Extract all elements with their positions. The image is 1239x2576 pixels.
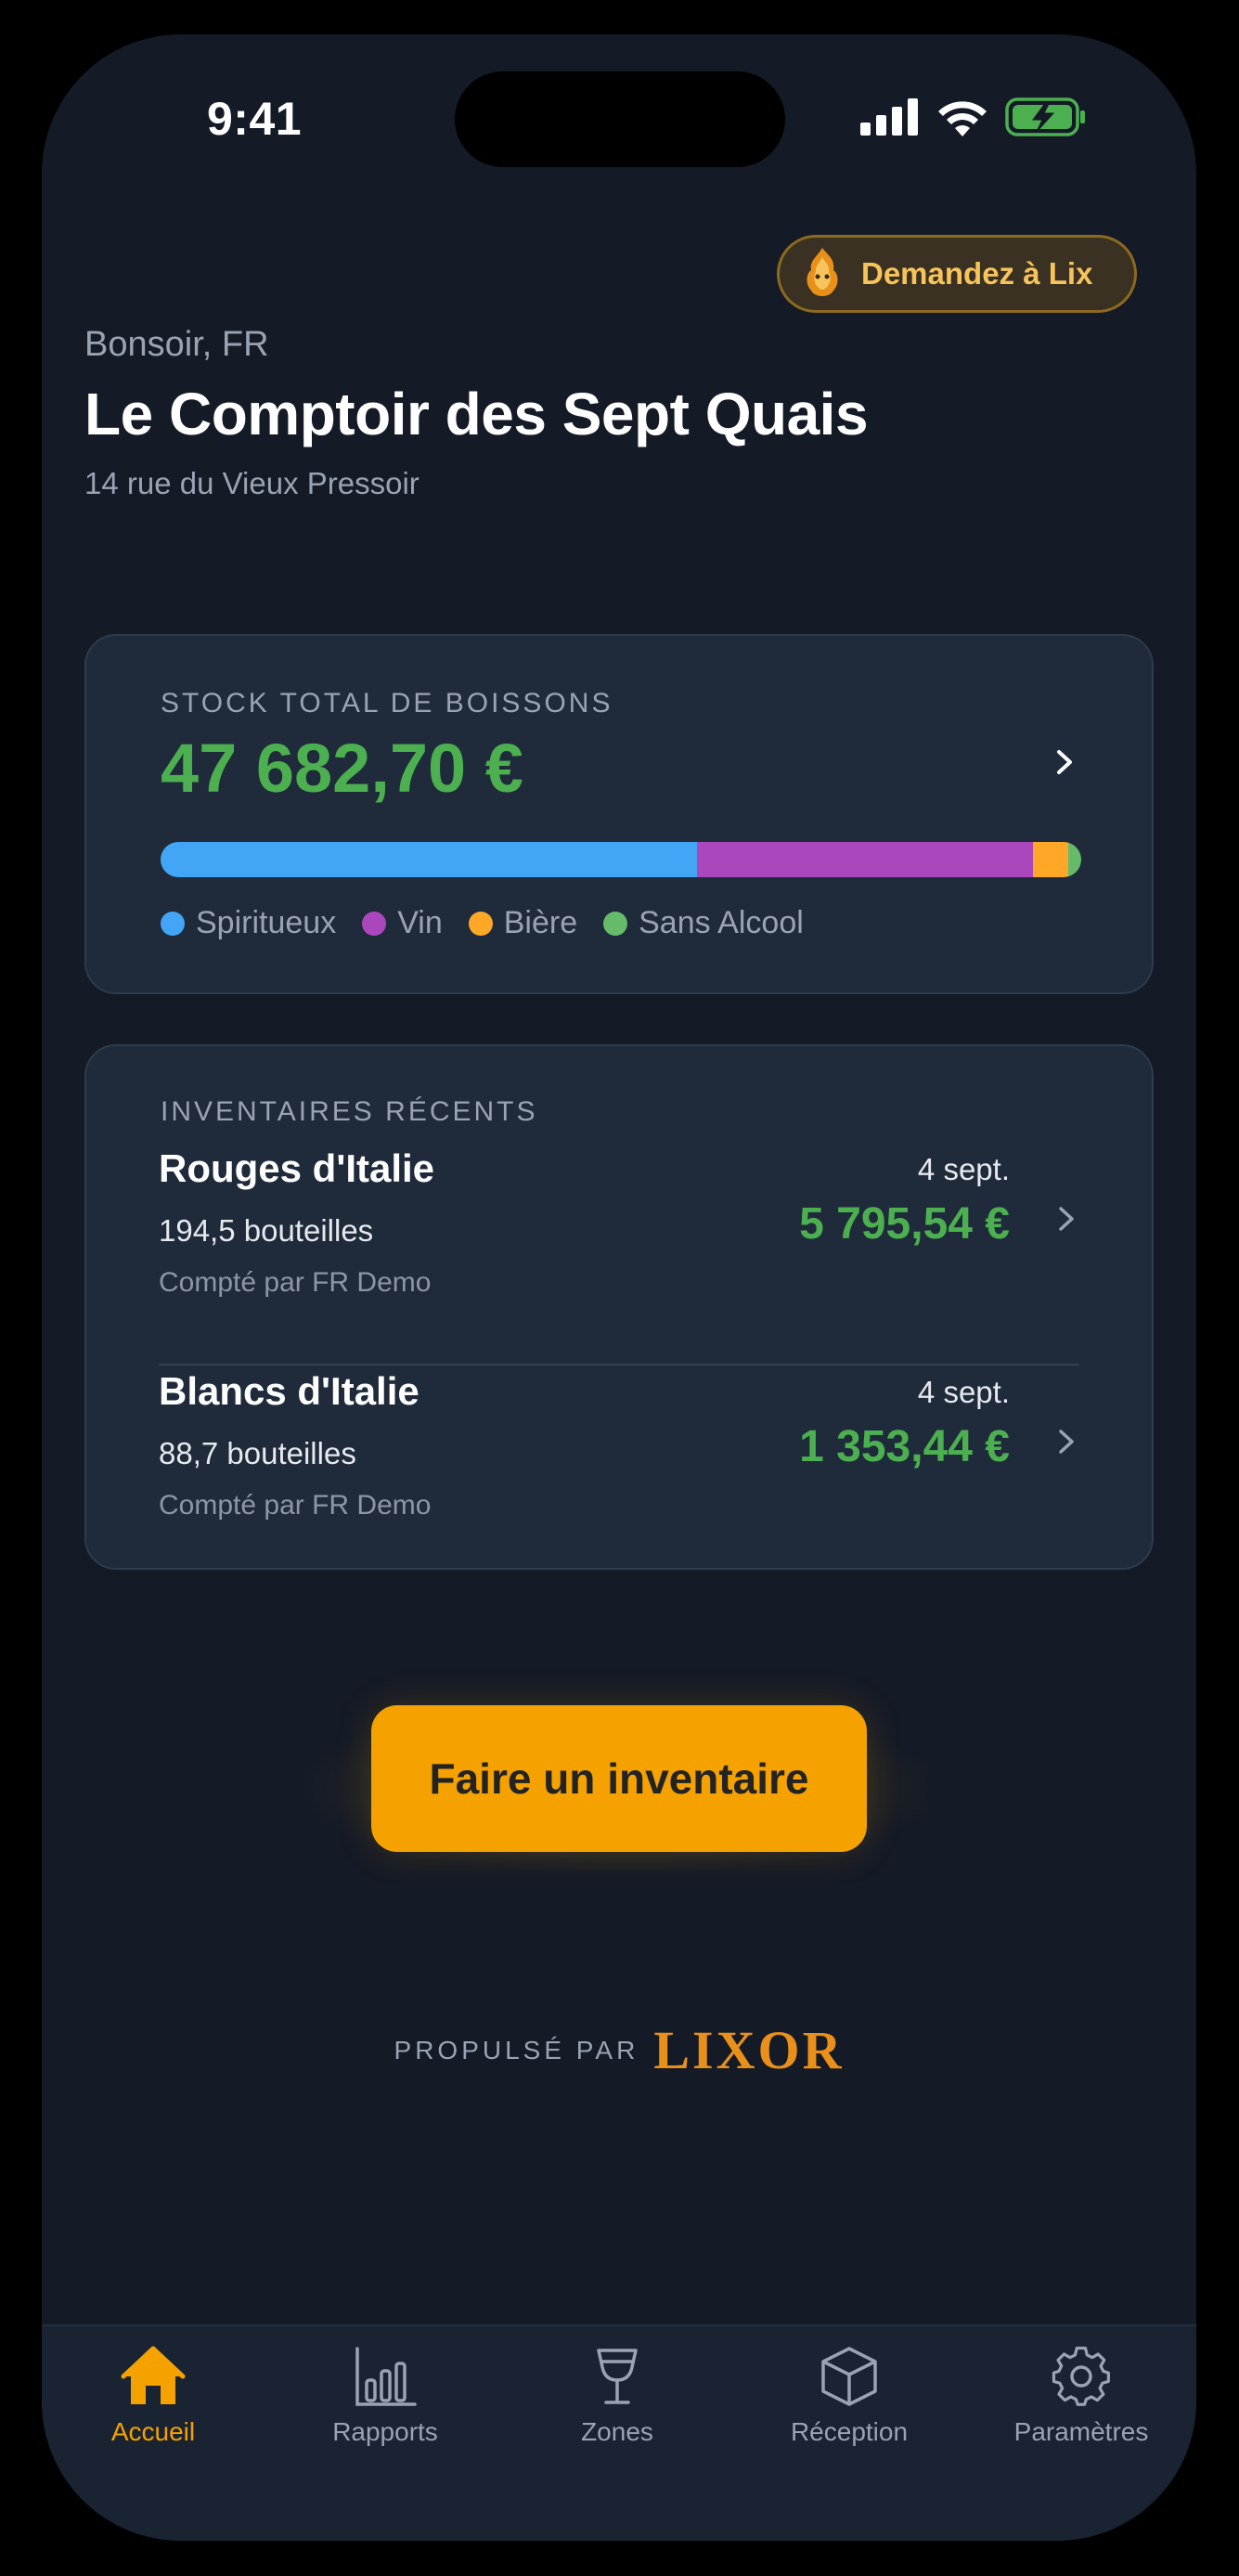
ask-lix-label: Demandez à Lix [861, 256, 1093, 291]
legend-item: Sans Alcool [603, 905, 804, 941]
chevron-right-icon [1057, 750, 1072, 774]
stock-total-card[interactable]: STOCK TOTAL DE BOISSONS 47 682,70 € Spir… [84, 634, 1154, 994]
inventory-item[interactable]: Rouges d'Italie 194,5 bouteilles Compté … [159, 1146, 1079, 1351]
tab-reports[interactable]: Rapports [274, 2343, 497, 2454]
chevron-right-icon [1059, 1207, 1074, 1231]
battery-charging-icon [1005, 97, 1085, 136]
wifi-icon [938, 101, 987, 136]
legend-dot [468, 911, 493, 936]
inventory-counted-by: Compté par FR Demo [159, 1267, 432, 1298]
inventory-count: 88,7 bouteilles [159, 1436, 356, 1470]
lixor-logo: LIXOR [653, 2020, 845, 2080]
stock-bar-segment [1033, 842, 1069, 877]
status-icons [860, 96, 1087, 138]
tab-label: Rapports [332, 2417, 438, 2446]
legend-item: Bière [468, 905, 578, 941]
stock-legend: Spiritueux Vin Bière Sans Alcool [161, 905, 804, 941]
wine-glass-icon [597, 2349, 638, 2404]
tab-label: Réception [790, 2417, 909, 2446]
inventory-count: 194,5 bouteilles [159, 1213, 374, 1248]
stock-breakdown-bar [161, 842, 1081, 877]
stock-bar-segment [697, 842, 1034, 877]
chevron-right-icon [1059, 1430, 1074, 1454]
legend-dot [161, 911, 185, 936]
home-icon [121, 2346, 186, 2404]
stock-total-label: STOCK TOTAL DE BOISSONS [161, 688, 613, 718]
legend-item: Spiritueux [161, 905, 336, 941]
stock-bar-segment [1068, 842, 1081, 877]
powered-by: PROPULSÉ PAR LIXOR [42, 2019, 1196, 2081]
dynamic-island [455, 71, 785, 167]
tab-label: Accueil [110, 2417, 196, 2446]
tab-settings[interactable]: Paramètres [970, 2343, 1193, 2454]
signal-icon [860, 98, 918, 136]
tab-label: Zones [581, 2417, 653, 2446]
inventory-item[interactable]: Blancs d'Italie 88,7 bouteilles Compté p… [159, 1369, 1079, 1573]
inventory-name: Blancs d'Italie [159, 1369, 419, 1413]
lix-mascot-icon [807, 248, 838, 296]
inventory-value: 1 353,44 € [799, 1422, 1010, 1471]
inventory-name: Rouges d'Italie [159, 1146, 435, 1190]
inventory-value: 5 795,54 € [799, 1199, 1010, 1249]
inventory-date: 4 sept. [917, 1375, 1010, 1409]
legend-label: Bière [503, 905, 578, 940]
stock-total-value: 47 682,70 € [161, 730, 523, 807]
tab-reception[interactable]: Réception [738, 2343, 961, 2454]
phone-screen: 9:41 Demandez à Lix Bonsoir, FR Le Compt… [42, 34, 1196, 2541]
legend-item: Vin [362, 905, 443, 941]
venue-name: Le Comptoir des Sept Quais [84, 381, 869, 447]
stock-bar-segment [161, 842, 698, 877]
legend-label: Sans Alcool [639, 905, 804, 940]
ask-lix-button[interactable]: Demandez à Lix [777, 235, 1137, 313]
inventory-divider [159, 1364, 1079, 1366]
legend-label: Vin [397, 905, 443, 940]
tab-zones[interactable]: Zones [506, 2343, 729, 2454]
inventory-date: 4 sept. [917, 1152, 1010, 1186]
box-icon [821, 2347, 877, 2406]
bar-chart-icon [355, 2347, 417, 2406]
gear-icon [1052, 2346, 1110, 2406]
tab-label: Paramètres [1013, 2417, 1149, 2446]
inventory-counted-by: Compté par FR Demo [159, 1490, 432, 1521]
status-time: 9:41 [207, 93, 303, 145]
tab-home[interactable]: Accueil [42, 2343, 265, 2454]
start-inventory-button[interactable]: Faire un inventaire [371, 1705, 867, 1852]
powered-by-label: PROPULSÉ PAR [394, 2035, 639, 2065]
legend-label: Spiritueux [196, 905, 337, 940]
tab-bar: Accueil Rapports Zones Réception Paramèt… [42, 2324, 1196, 2541]
legend-dot [362, 911, 387, 936]
recent-inventories-label: INVENTAIRES RÉCENTS [161, 1096, 538, 1127]
greeting: Bonsoir, FR [84, 325, 269, 364]
venue-address: 14 rue du Vieux Pressoir [84, 466, 419, 500]
legend-dot [603, 911, 628, 936]
